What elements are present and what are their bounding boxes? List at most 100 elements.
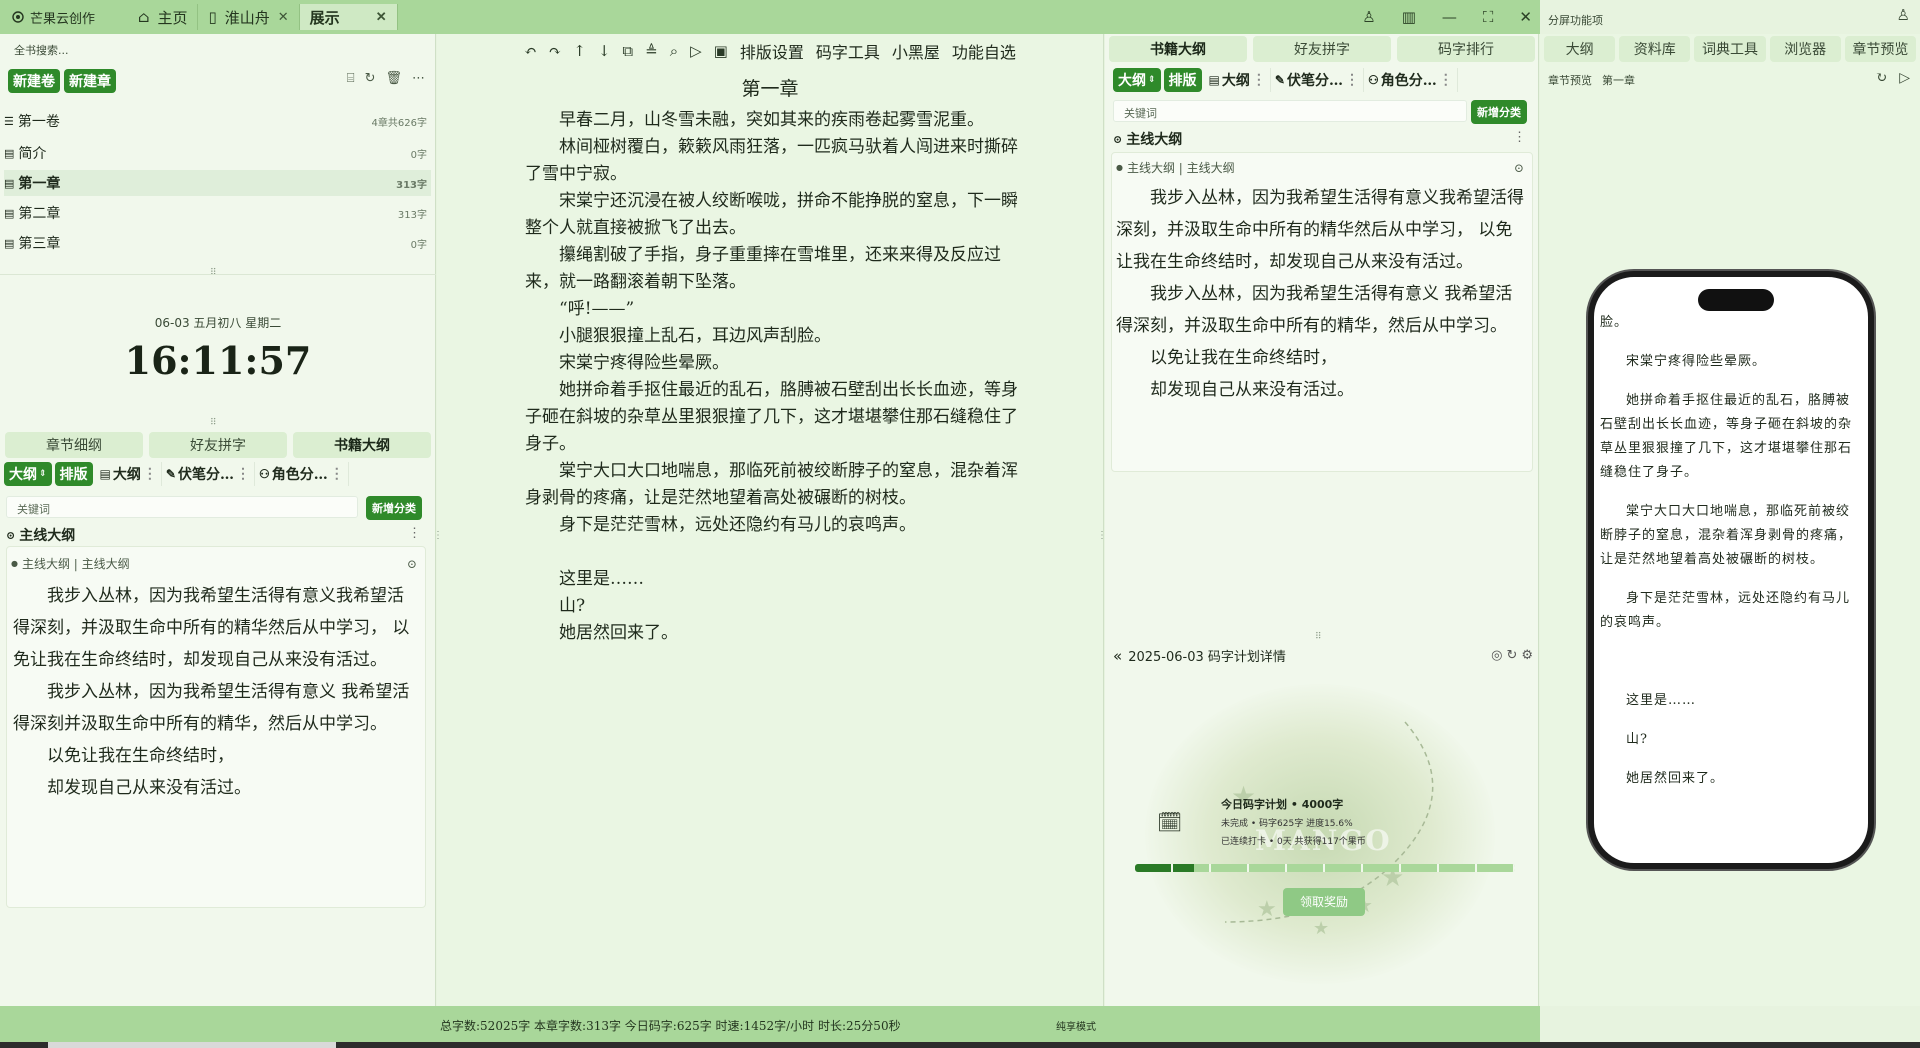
- undo-icon[interactable]: ↶: [524, 42, 537, 60]
- chip-label: 伏笔分…: [1286, 73, 1343, 89]
- trash-icon[interactable]: 🗑: [385, 71, 402, 86]
- folder-icon[interactable]: ⌸: [347, 71, 355, 86]
- refresh-icon[interactable]: ↻: [1506, 648, 1517, 663]
- chip-roles[interactable]: ⚇ 角色分… ⋮: [255, 462, 349, 486]
- refresh-icon[interactable]: ↻: [1875, 70, 1887, 86]
- search-icon[interactable]: ⌕: [670, 42, 678, 60]
- arrow-up-icon[interactable]: ↑: [573, 42, 586, 60]
- more-icon[interactable]: ⋮: [1439, 72, 1453, 88]
- tab-outline[interactable]: 大纲: [1544, 36, 1616, 62]
- resize-handle[interactable]: ⠿: [210, 418, 217, 428]
- tree-label: 第二章: [18, 206, 61, 222]
- bullet-icon: ●: [1116, 163, 1123, 172]
- tab-dictionary[interactable]: 词典工具: [1694, 36, 1766, 62]
- new-chapter-button[interactable]: 新建章: [64, 69, 116, 93]
- layout-icon[interactable]: ▥: [1402, 8, 1416, 26]
- text-paragraph: 小腿狠狠撞上乱石，耳边风声刮脸。: [559, 326, 831, 346]
- close-window-icon[interactable]: ✕: [1519, 8, 1532, 26]
- add-category-button[interactable]: 新增分类: [1471, 100, 1527, 124]
- keyword-input[interactable]: 关键词: [1113, 100, 1467, 122]
- play-icon[interactable]: ▷: [690, 42, 702, 60]
- chip-roles[interactable]: ⚇ 角色分… ⋮: [1364, 68, 1458, 92]
- play-icon[interactable]: ▷: [1899, 70, 1910, 86]
- resize-handle[interactable]: ⠿: [210, 268, 217, 278]
- tab-home-label: 主页: [157, 8, 188, 27]
- more-icon[interactable]: ⋮: [1252, 72, 1266, 88]
- outline-dropdown[interactable]: 大纲 ⇕: [1113, 68, 1161, 92]
- target-icon[interactable]: ⊙: [1514, 161, 1524, 175]
- chip-foreshadow[interactable]: ✎ 伏笔分… ⋮: [1271, 68, 1364, 92]
- tab-chapter-outline[interactable]: 章节细纲: [5, 432, 143, 458]
- theme-shirt-icon[interactable]: ♙: [1362, 8, 1375, 26]
- tab-book-outline[interactable]: 书籍大纲: [1109, 36, 1247, 62]
- keyword-input[interactable]: 关键词: [6, 496, 358, 518]
- copy-icon[interactable]: ⧉: [622, 42, 633, 60]
- custom-features-button[interactable]: 功能自选: [952, 39, 1016, 63]
- chapter-text[interactable]: 早春二月，山冬雪未融，突如其来的疾雨卷起雾雪泥重。 林间桠树覆白，簌簌风雨狂落，…: [437, 107, 1103, 647]
- tree-chapter[interactable]: ▤ 第一章 313字: [4, 170, 431, 196]
- tab-showcase[interactable]: 展示 ✕: [299, 4, 398, 30]
- taskbar-item[interactable]: [48, 1042, 336, 1048]
- chip-foreshadow[interactable]: ✎ 伏笔分… ⋮: [162, 462, 255, 486]
- more-icon[interactable]: ⋮: [143, 466, 157, 482]
- history-icon[interactable]: ↻: [365, 71, 376, 86]
- layout-settings-button[interactable]: 排版设置: [740, 39, 804, 63]
- pure-mode-toggle[interactable]: 纯享模式: [1056, 1018, 1096, 1033]
- minimize-icon[interactable]: —: [1442, 8, 1457, 26]
- outline-title[interactable]: ⊙ 主线大纲: [6, 525, 75, 545]
- tab-chapter-preview[interactable]: 章节预览: [1844, 36, 1916, 62]
- taskbar-strip: [0, 1042, 1920, 1048]
- tree-chapter[interactable]: ▤ 第二章 313字: [4, 200, 431, 226]
- text-paragraph: 山?: [559, 596, 586, 616]
- claim-reward-button[interactable]: 领取奖励: [1283, 888, 1365, 916]
- tab-friend-typing[interactable]: 好友拼字: [149, 432, 287, 458]
- pin-icon[interactable]: ♙: [1897, 6, 1910, 24]
- tab-friend-typing[interactable]: 好友拼字: [1253, 36, 1391, 62]
- chip-outline[interactable]: ▤ 大纲 ⋮: [96, 462, 162, 486]
- book-search-input[interactable]: 全书搜索...: [14, 42, 69, 58]
- text-paragraph: 攥绳割破了手指，身子重重摔在雪堆里，还来来得及反应过来，就一路翻滚着朝下坠落。: [525, 245, 1001, 292]
- tab-home[interactable]: ⌂ 主页: [128, 4, 199, 30]
- more-icon[interactable]: ⋮: [236, 466, 250, 482]
- tree-volume[interactable]: ☰ 第一卷 4章共626字: [4, 108, 431, 134]
- tab-browser[interactable]: 浏览器: [1769, 36, 1841, 62]
- tab-book[interactable]: ▯ 淮山舟 ✕: [198, 4, 300, 30]
- chip-outline[interactable]: ▤ 大纲 ⋮: [1205, 68, 1271, 92]
- more-icon[interactable]: ⋮: [330, 466, 344, 482]
- close-icon[interactable]: ✕: [278, 10, 289, 25]
- outline-dropdown[interactable]: 大纲 ⇕: [4, 462, 52, 486]
- phone-text[interactable]: 脸。 宋棠宁疼得险些晕厥。 她拼命着手抠住最近的乱石，胳膊被石壁刮出长长血迹，等…: [1600, 311, 1856, 806]
- resize-handle[interactable]: ⋮: [433, 530, 443, 541]
- tree-chapter[interactable]: ▤ 简介 0字: [4, 140, 431, 166]
- target-icon[interactable]: ⊙: [407, 557, 417, 571]
- format-icon[interactable]: ≜: [645, 42, 658, 60]
- maximize-icon[interactable]: ⛶: [1483, 8, 1494, 26]
- tab-library[interactable]: 资料库: [1619, 36, 1691, 62]
- layout-button[interactable]: 排版: [1163, 68, 1202, 92]
- typing-tools-button[interactable]: 码字工具: [816, 39, 880, 63]
- arrow-down-icon[interactable]: ↓: [598, 42, 611, 60]
- resize-handle[interactable]: ⠿: [1315, 632, 1322, 642]
- outline-title[interactable]: ⊙ 主线大纲: [1113, 129, 1182, 149]
- save-icon[interactable]: ▣: [714, 42, 728, 60]
- layout-button[interactable]: 排版: [54, 462, 93, 486]
- tab-book-outline[interactable]: 书籍大纲: [293, 432, 431, 458]
- tree-label: 第一卷: [17, 114, 60, 130]
- tree-chapter[interactable]: ▤ 第三章 0字: [4, 230, 431, 256]
- close-icon[interactable]: ✕: [376, 10, 387, 25]
- clock: 16:11:57: [124, 338, 312, 383]
- dark-room-button[interactable]: 小黑屋: [892, 39, 940, 63]
- settings-icon[interactable]: ⚙: [1521, 648, 1533, 663]
- more-icon[interactable]: ⋮: [1513, 130, 1526, 145]
- more-icon[interactable]: ⋮: [408, 526, 421, 541]
- more-icon[interactable]: ⋮: [1345, 72, 1359, 88]
- more-icon[interactable]: ⋯: [412, 71, 425, 86]
- add-category-button[interactable]: 新增分类: [366, 496, 422, 520]
- doc-icon: ▤: [4, 206, 15, 220]
- tab-typing-rank[interactable]: 码字排行: [1397, 36, 1535, 62]
- target-icon[interactable]: ◎: [1491, 648, 1502, 663]
- redo-icon[interactable]: ↷: [549, 42, 562, 60]
- new-volume-button[interactable]: 新建卷: [8, 69, 60, 93]
- left-panel: 全书搜索... 新建卷 新建章 ⌸ ↻ 🗑 ⋯ ☰ 第一卷 4章共626字 ▤ …: [0, 34, 436, 1006]
- collapse-left-icon[interactable]: «: [1113, 647, 1122, 665]
